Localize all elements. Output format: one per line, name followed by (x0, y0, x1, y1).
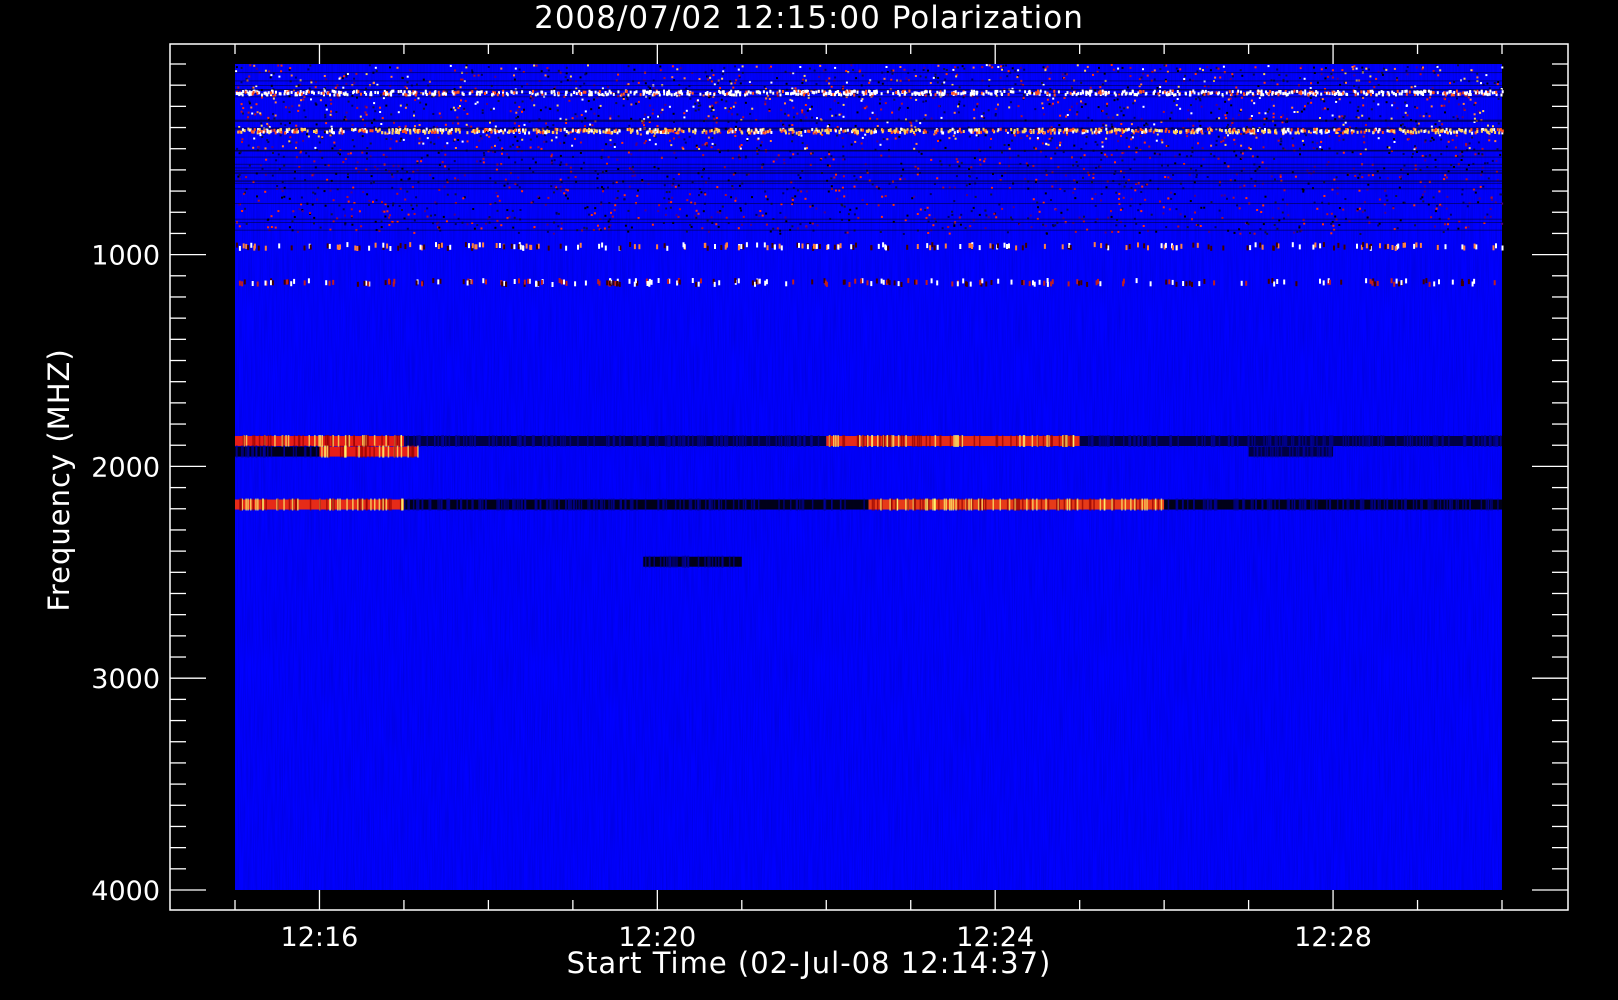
x-tick-label: 12:24 (956, 922, 1034, 953)
band-2450 (643, 555, 742, 568)
band-1880 (235, 434, 1502, 447)
band-segment (319, 446, 419, 457)
y-tick-label: 1000 (91, 241, 160, 272)
y-tick-label: 2000 (91, 452, 160, 483)
x-tick-label: 12:28 (1294, 922, 1372, 953)
heatmap-image (235, 64, 1504, 890)
band-segment (643, 556, 742, 567)
y-tick-label: 4000 (91, 876, 160, 907)
band-2180 (235, 498, 1502, 511)
spectrogram-plot: 12:16 12:20 12:24 12:28 1000 2000 3000 4000 (91, 43, 1569, 953)
x-tick-label: 12:16 (281, 922, 359, 953)
heatmap-texture (235, 64, 1502, 890)
x-tick-label: 12:20 (618, 922, 696, 953)
y-tick-label: 3000 (91, 664, 160, 695)
